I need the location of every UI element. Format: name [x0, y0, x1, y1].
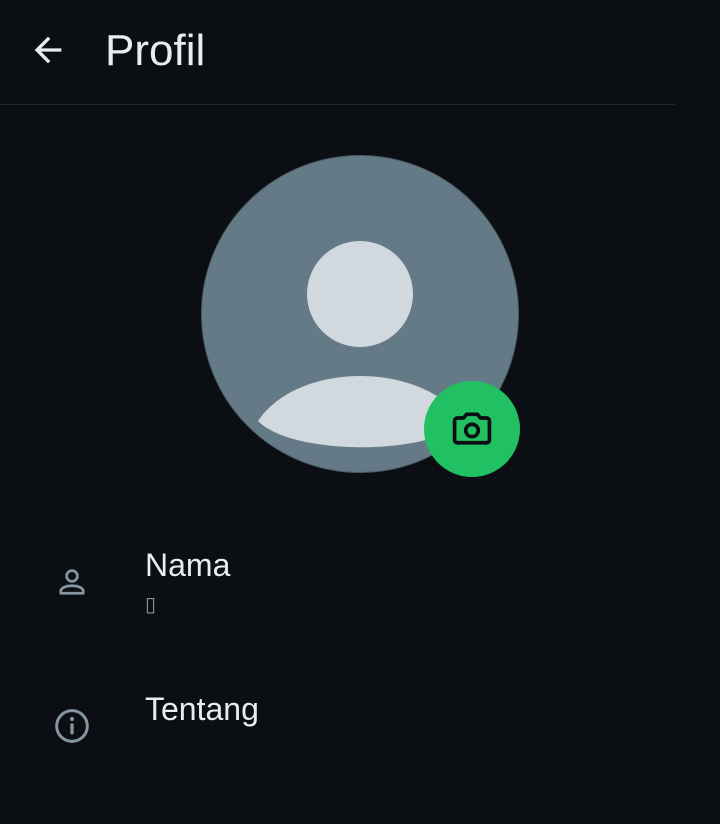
about-label: Tentang [145, 691, 259, 727]
page-title: Profil [105, 26, 206, 75]
info-icon-wrap [48, 702, 96, 750]
person-icon [59, 569, 85, 595]
name-label: Nama [145, 547, 231, 583]
about-row[interactable]: Tentang [0, 675, 720, 775]
name-value: ▯ [145, 594, 157, 616]
back-button[interactable] [24, 26, 72, 74]
arrow-left-icon [34, 36, 62, 64]
name-row[interactable]: Nama ▯ [0, 530, 720, 640]
change-photo-button[interactable] [424, 381, 520, 477]
app-bar: Profil [0, 0, 675, 105]
info-icon [55, 709, 89, 743]
person-icon-wrap [48, 558, 96, 606]
camera-icon [452, 412, 492, 445]
